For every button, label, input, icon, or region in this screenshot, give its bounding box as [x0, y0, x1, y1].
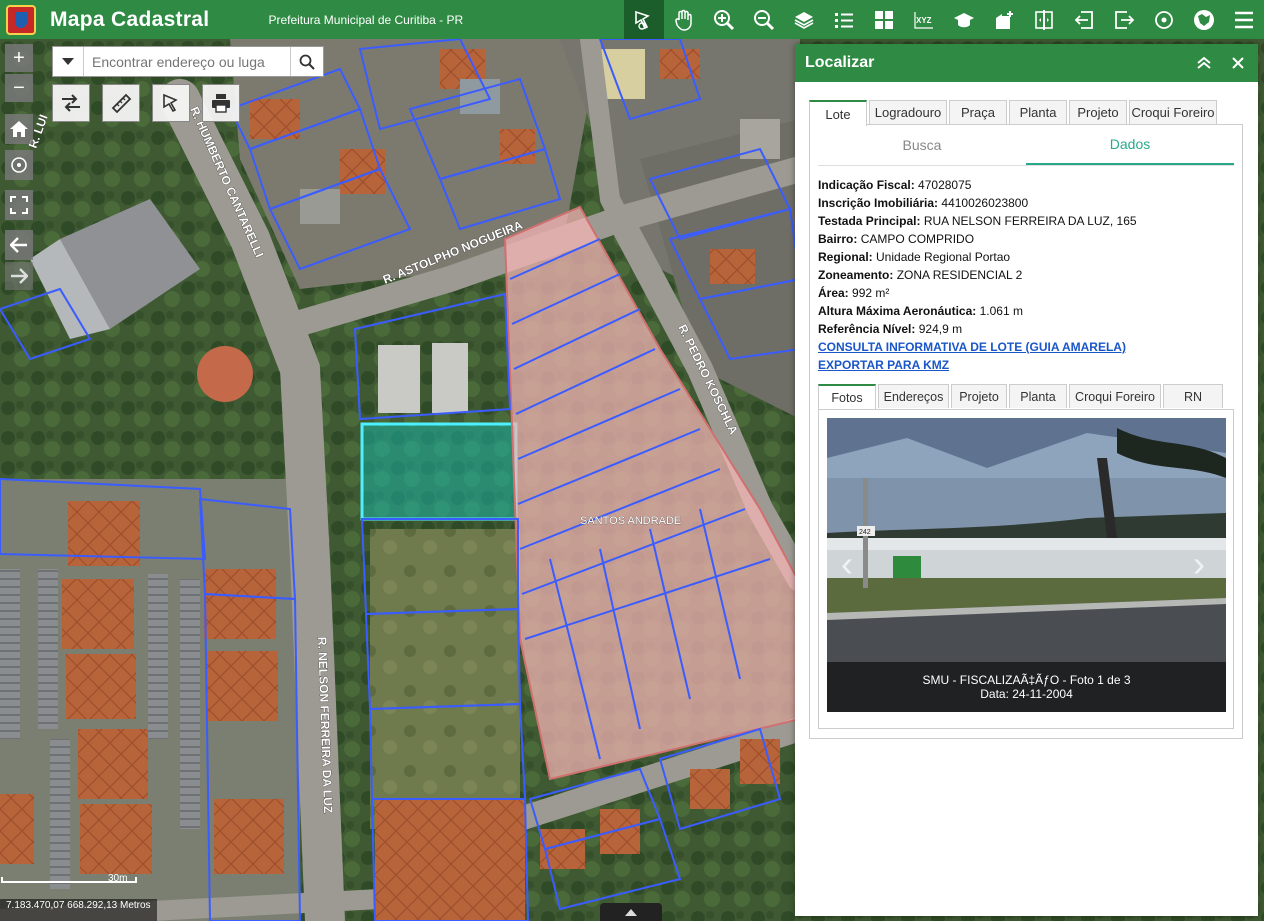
legend-list-icon[interactable] [824, 0, 864, 39]
lote-subtabs: Busca Dados [818, 125, 1234, 166]
previous-photo-icon[interactable]: ‹ [841, 543, 853, 585]
coordinates-readout: 7.183.470,07 668.292,13 Metros [0, 899, 157, 921]
scale-bar: 30m [0, 872, 140, 884]
search-source-dropdown[interactable] [53, 47, 84, 76]
tab-logradouro[interactable]: Logradouro [869, 100, 947, 124]
forward-arrow-icon[interactable] [5, 262, 33, 290]
tab-croqui-foreiro[interactable]: Croqui Foreiro [1129, 100, 1217, 124]
bottom-panel-toggle[interactable] [600, 903, 662, 921]
field-inscricao-imobiliaria: Inscrição Imobiliária: 4410026023800 [818, 196, 1029, 210]
main-toolbar: XYZ [624, 0, 1264, 39]
basemap-grid-icon[interactable] [864, 0, 904, 39]
lote-tab-content: Busca Dados Indicação Fiscal: 47028075 I… [809, 124, 1243, 739]
city-coat-of-arms-logo [6, 4, 36, 35]
select-cursor-icon[interactable] [152, 84, 190, 122]
tab-praca[interactable]: Praça [949, 100, 1007, 124]
tab-planta-photos[interactable]: Planta [1009, 384, 1067, 408]
photo-gallery: 242 ‹ › SMU - FISCALIZAÃ‡ÃƒO - Foto 1 de… [818, 409, 1234, 729]
swipe-compare-icon[interactable] [1024, 0, 1064, 39]
locate-icon[interactable] [5, 150, 33, 180]
login-icon[interactable] [1064, 0, 1104, 39]
field-zoneamento: Zoneamento: ZONA RESIDENCIAL 2 [818, 268, 1023, 282]
back-arrow-icon[interactable] [5, 230, 33, 260]
zoom-out-button[interactable]: − [5, 74, 33, 102]
search-type-tabs: Lote Logradouro Praça Planta Projeto Cro… [809, 100, 1243, 126]
field-testada-principal: Testada Principal: RUA NELSON FERREIRA D… [818, 214, 1137, 228]
zoom-in-button[interactable]: + [5, 44, 33, 72]
photo-caption: SMU - FISCALIZAÃ‡ÃƒO - Foto 1 de 3 Data:… [827, 662, 1226, 712]
logout-icon[interactable] [1104, 0, 1144, 39]
panel-body: Lote Logradouro Praça Planta Projeto Cro… [809, 100, 1243, 740]
tab-rn[interactable]: RN [1163, 384, 1223, 408]
photo-caption-date: Data: 24-11-2004 [980, 687, 1073, 701]
field-bairro: Bairro: CAMPO COMPRIDO [818, 232, 975, 246]
field-regional: Regional: Unidade Regional Portao [818, 250, 1011, 264]
area-label: SANTOS ANDRADE [580, 515, 681, 527]
tab-enderecos[interactable]: Endereços [878, 384, 949, 408]
layers-icon[interactable] [784, 0, 824, 39]
svg-text:XYZ: XYZ [916, 16, 932, 25]
target-icon[interactable] [1144, 0, 1184, 39]
next-photo-icon[interactable]: › [1193, 543, 1205, 585]
photo-sign-number: 242 [859, 529, 871, 536]
app-subtitle: Prefeitura Municipal de Curitiba - PR [268, 12, 464, 27]
graduation-cap-icon[interactable] [944, 0, 984, 39]
tab-projeto[interactable]: Projeto [1069, 100, 1127, 124]
scale-label: 30m [108, 873, 127, 884]
subtab-busca[interactable]: Busca [818, 125, 1026, 165]
photo-caption-title: SMU - FISCALIZAÃ‡ÃƒO - Foto 1 de 3 [922, 673, 1131, 687]
field-altura-maxima: Altura Máxima Aeronáutica: 1.061 m [818, 304, 1023, 318]
search-bar [52, 46, 324, 77]
add-location-icon[interactable] [984, 0, 1024, 39]
menu-icon[interactable] [1224, 0, 1264, 39]
xyz-coordinates-icon[interactable]: XYZ [904, 0, 944, 39]
zoom-in-icon[interactable] [704, 0, 744, 39]
locate-panel: Localizar Lote Logradouro Praça Planta P… [795, 44, 1258, 916]
search-input[interactable] [84, 48, 290, 75]
field-area: Área: 992 m² [818, 286, 890, 300]
field-indicacao-fiscal: Indicação Fiscal: 47028075 [818, 178, 972, 192]
measure-ruler-icon[interactable] [102, 84, 140, 122]
home-icon[interactable] [5, 114, 33, 144]
close-icon[interactable] [1227, 52, 1249, 74]
export-kmz-link[interactable]: EXPORTAR PARA KMZ [818, 356, 1234, 374]
street-photo: 242 ‹ › SMU - FISCALIZAÃ‡ÃƒO - Foto 1 de… [827, 418, 1226, 712]
identify-icon[interactable] [624, 0, 664, 39]
zoom-out-icon[interactable] [744, 0, 784, 39]
panel-header: Localizar [795, 44, 1258, 82]
field-referencia-nivel: Referência Nível: 924,9 m [818, 322, 963, 336]
selected-parcel[interactable] [360, 422, 518, 521]
collapse-panel-icon[interactable] [1193, 52, 1215, 74]
fullscreen-icon[interactable] [5, 190, 33, 220]
panel-title: Localizar [805, 54, 875, 71]
tab-croqui-foreiro-photos[interactable]: Croqui Foreiro [1069, 384, 1161, 408]
tab-fotos[interactable]: Fotos [818, 384, 876, 410]
tab-lote[interactable]: Lote [809, 100, 867, 126]
guia-amarela-link[interactable]: CONSULTA INFORMATIVA DE LOTE (GUIA AMARE… [818, 338, 1234, 356]
pan-hand-icon[interactable] [664, 0, 704, 39]
app-title: Mapa Cadastral [50, 7, 210, 31]
app-header: Mapa Cadastral Prefeitura Municipal de C… [0, 0, 1264, 39]
print-icon[interactable] [202, 84, 240, 122]
tab-projeto-photos[interactable]: Projeto [951, 384, 1007, 408]
subtab-dados[interactable]: Dados [1026, 125, 1234, 165]
photo-tabs: Fotos Endereços Projeto Planta Croqui Fo… [818, 384, 1242, 410]
swap-arrows-icon[interactable] [52, 84, 90, 122]
tab-planta[interactable]: Planta [1009, 100, 1067, 124]
lot-details: Indicação Fiscal: 47028075 Inscrição Imo… [810, 166, 1242, 374]
search-icon[interactable] [290, 47, 323, 76]
map-pin-icon[interactable] [1184, 0, 1224, 39]
